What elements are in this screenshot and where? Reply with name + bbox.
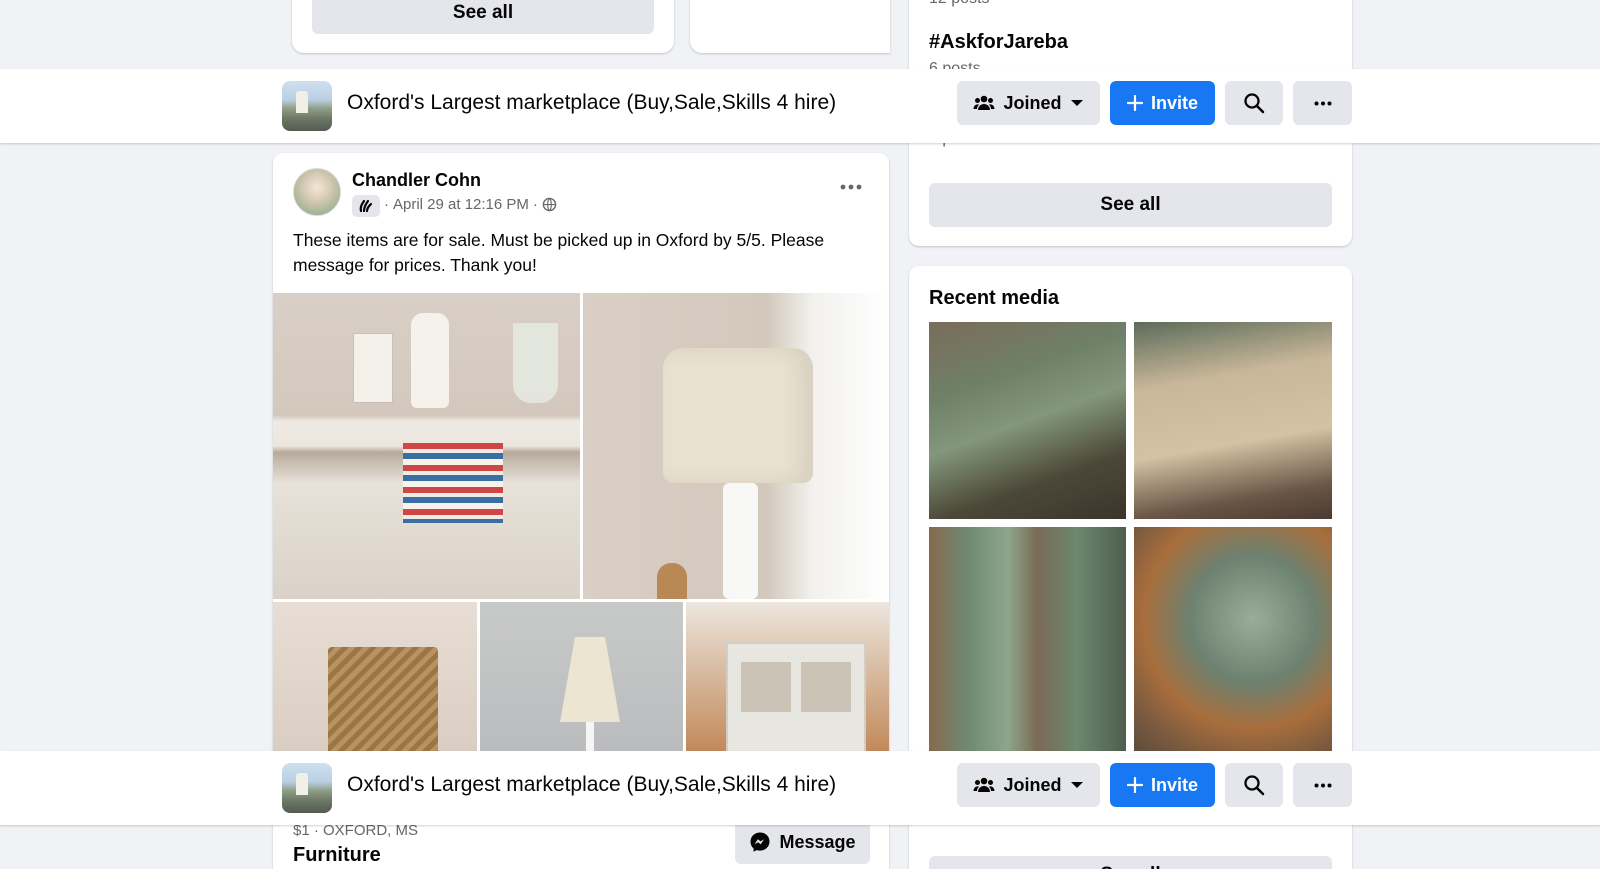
top-middle-card — [690, 0, 890, 53]
hashtag-prev-posts: 12 posts — [929, 0, 989, 8]
see-all-button[interactable]: See all — [312, 0, 654, 34]
post-timestamp[interactable]: April 29 at 12:16 PM — [393, 196, 529, 213]
post-meta: · April 29 at 12:16 PM · — [384, 196, 557, 213]
chevron-down-icon — [1070, 98, 1084, 108]
post-author[interactable]: Chandler Cohn — [352, 170, 481, 191]
messenger-icon — [749, 831, 771, 853]
search-button[interactable] — [1225, 81, 1283, 125]
post-more-options[interactable] — [835, 175, 867, 199]
wave-badge-icon — [352, 195, 380, 217]
invite-button[interactable]: Invite — [1110, 81, 1215, 125]
group-header-bar-2: Oxford's Largest marketplace (Buy,Sale,S… — [0, 751, 1600, 825]
group-name[interactable]: Oxford's Largest marketplace (Buy,Sale,S… — [347, 91, 836, 115]
avatar[interactable] — [293, 168, 341, 216]
hashtag-link[interactable]: #AskforJareba — [929, 31, 1068, 54]
invite-label-2: Invite — [1150, 774, 1198, 795]
more-dots-icon — [1314, 783, 1332, 788]
globe-icon — [542, 197, 557, 212]
media-thumb-2[interactable] — [1134, 322, 1332, 519]
top-left-card: See all — [292, 0, 674, 53]
joined-button-2[interactable]: Joined — [957, 763, 1100, 807]
people-icon — [973, 94, 995, 112]
search-icon — [1243, 92, 1265, 114]
recent-media-title: Recent media — [929, 287, 1060, 309]
group-cover-thumbnail[interactable] — [282, 81, 332, 131]
invite-label: Invite — [1150, 92, 1198, 113]
people-icon — [973, 776, 995, 794]
post-photo-lamp[interactable] — [583, 293, 889, 599]
more-button[interactable] — [1293, 81, 1352, 125]
group-header-bar: Oxford's Largest marketplace (Buy,Sale,S… — [0, 69, 1600, 143]
media-thumb-3[interactable] — [929, 527, 1126, 757]
plus-icon — [1126, 95, 1143, 111]
meta-separator-2: · — [532, 196, 538, 213]
search-icon — [1243, 774, 1265, 796]
chevron-down-icon — [1070, 780, 1084, 790]
recent-media-see-all-button[interactable]: See all — [929, 856, 1332, 869]
media-thumb-4[interactable] — [1134, 527, 1332, 757]
hashtags-see-all-button[interactable]: See all — [929, 183, 1332, 227]
search-button-2[interactable] — [1225, 763, 1283, 807]
post-text: These items are for sale. Must be picked… — [293, 230, 825, 275]
listing-title: Furniture — [293, 844, 381, 866]
more-dots-icon — [1314, 101, 1332, 106]
joined-label-2: Joined — [1003, 774, 1062, 795]
media-thumb-1[interactable] — [929, 322, 1126, 519]
more-button-2[interactable] — [1293, 763, 1352, 807]
joined-label: Joined — [1003, 92, 1062, 113]
invite-button-2[interactable]: Invite — [1110, 763, 1215, 807]
post-photo-nightstand[interactable] — [273, 293, 580, 599]
meta-separator: · — [384, 196, 389, 213]
group-cover-thumbnail-2[interactable] — [282, 763, 332, 813]
message-label: Message — [779, 831, 856, 852]
joined-button[interactable]: Joined — [957, 81, 1100, 125]
group-name-2[interactable]: Oxford's Largest marketplace (Buy,Sale,S… — [347, 773, 836, 797]
message-button[interactable]: Message — [735, 820, 870, 864]
plus-icon — [1126, 777, 1143, 793]
